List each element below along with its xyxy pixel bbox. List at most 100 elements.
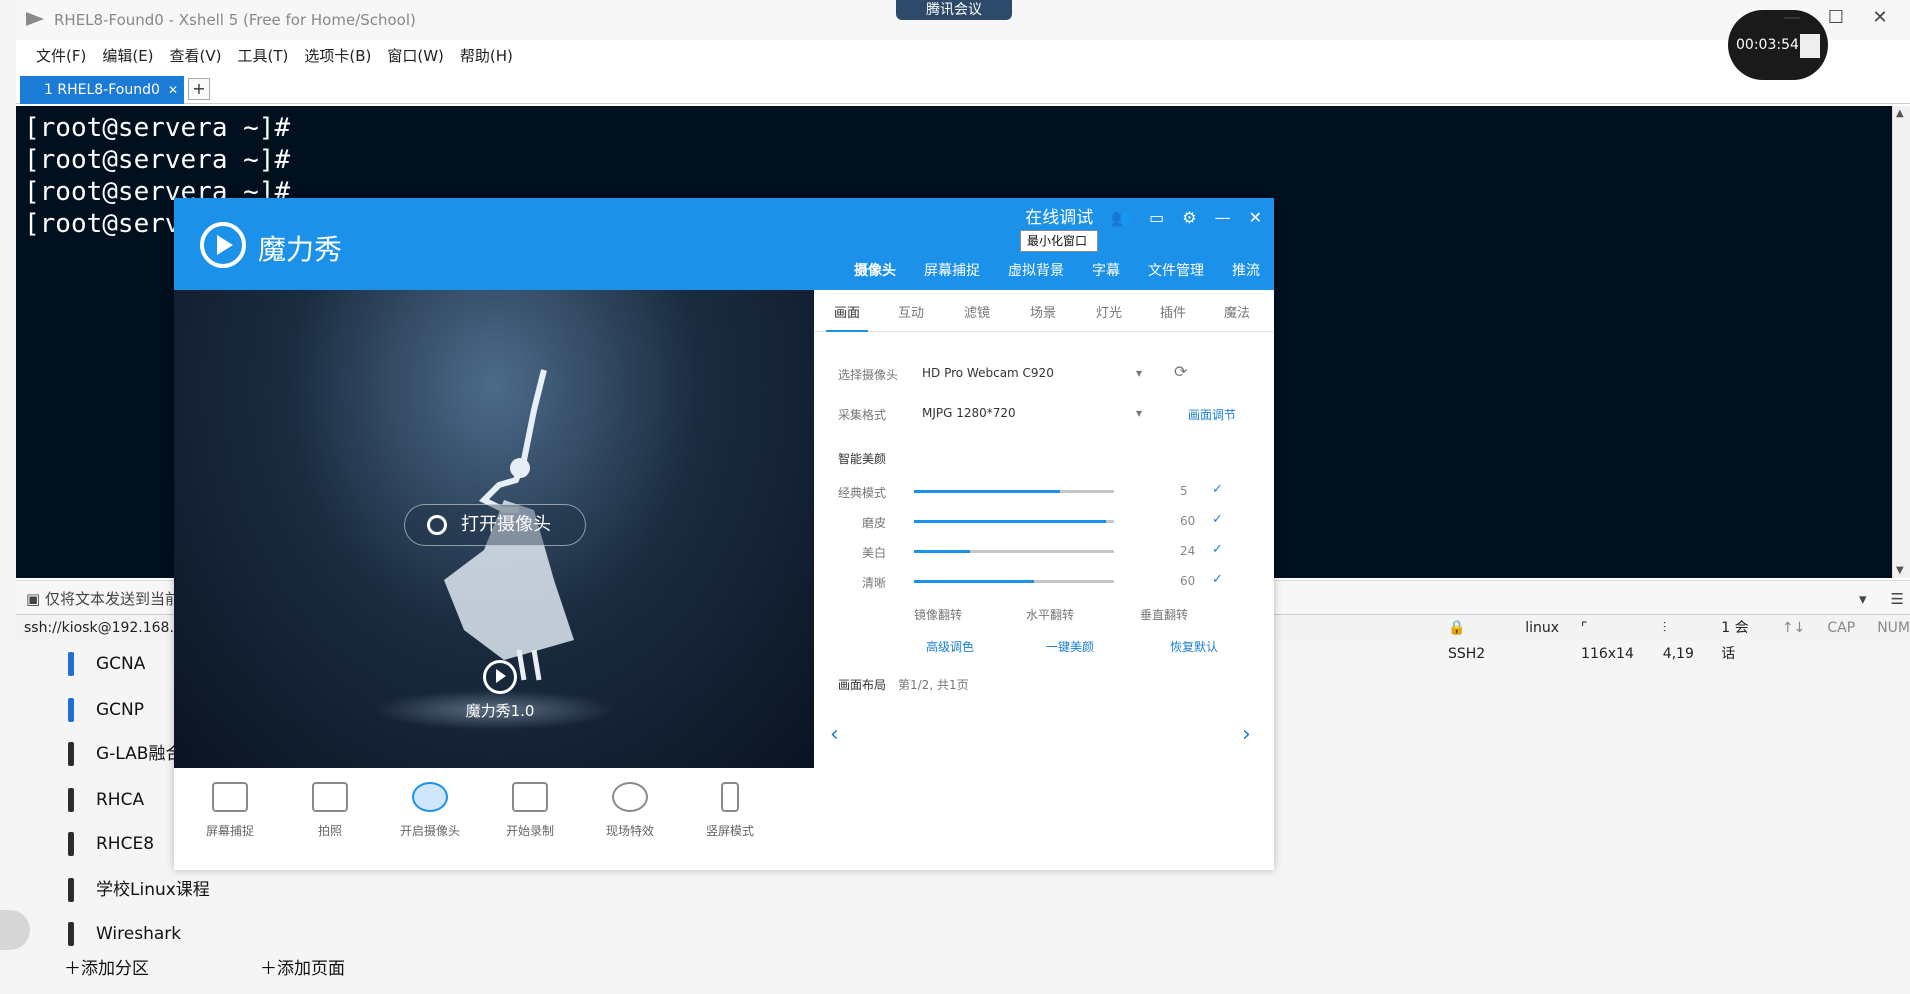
online-debug-button[interactable]: 在线调试	[1025, 204, 1093, 232]
tool-label: 拍照	[317, 824, 342, 838]
molixiu-header: 魔力秀 在线调试 👥 ▭ ⚙ — ✕ 摄像头 屏幕捕捉 虚拟背景 字幕 文件管理…	[174, 198, 1274, 290]
advanced-color-button[interactable]: 高级调色	[926, 638, 974, 655]
section-item[interactable]: 学校Linux课程	[64, 870, 210, 910]
menu-help[interactable]: 帮助(H)	[460, 45, 513, 66]
subtab-magic[interactable]: 魔法	[1224, 302, 1250, 321]
one-key-beauty-button[interactable]: 一键美颜	[1046, 638, 1094, 655]
refresh-icon[interactable]: ⟳	[1174, 362, 1187, 381]
minimize-icon[interactable]: —	[1215, 204, 1231, 232]
add-tab-button[interactable]: +	[188, 78, 210, 100]
compose-dropdown-icon[interactable]: ▾	[1859, 581, 1867, 617]
close-tab-icon[interactable]: ✕	[168, 76, 178, 104]
compose-menu-icon[interactable]: ☰	[1891, 581, 1904, 617]
section-color-bar	[68, 652, 74, 676]
screen-capture-tool[interactable]: 屏幕捕捉	[190, 782, 270, 839]
compose-text: 仅将文本发送到当前	[44, 590, 180, 608]
check-icon[interactable]: ✓	[1212, 512, 1223, 527]
record-tool[interactable]: 开始录制	[490, 782, 570, 839]
nav-subtitles[interactable]: 字幕	[1078, 256, 1134, 286]
section-item[interactable]: G-LAB融合	[64, 734, 182, 774]
section-color-bar	[68, 788, 74, 812]
close-window-icon[interactable]: ✕	[1868, 8, 1892, 28]
active-subtab-indicator	[826, 330, 868, 332]
section-color-bar	[68, 698, 74, 722]
reset-default-button[interactable]: 恢复默认	[1170, 638, 1218, 655]
effects-tool[interactable]: 现场特效	[590, 782, 670, 839]
section-item[interactable]: Wireshark	[64, 914, 181, 954]
beauty-mode-slider[interactable]	[914, 490, 1114, 493]
subtab-scene[interactable]: 场景	[1030, 302, 1056, 321]
nav-streaming[interactable]: 推流	[1218, 256, 1274, 286]
brand-mark: 魔力秀1.0	[460, 660, 540, 721]
open-camera-tool[interactable]: 开启摄像头	[390, 782, 470, 839]
tool-label: 开始录制	[505, 824, 554, 838]
close-icon[interactable]: ✕	[1249, 204, 1262, 232]
section-item[interactable]: GCNA	[64, 644, 145, 684]
scroll-up-icon[interactable]: ▲	[1896, 108, 1904, 119]
subtab-filter[interactable]: 滤镜	[964, 302, 990, 321]
photo-tool[interactable]: 拍照	[290, 782, 370, 839]
status-protocol: 🔒 SSH2	[1448, 620, 1486, 662]
subtab-plugin[interactable]: 插件	[1160, 302, 1186, 321]
menu-file[interactable]: 文件(F)	[36, 45, 86, 66]
users-icon[interactable]: 👥	[1111, 204, 1131, 232]
menu-window[interactable]: 窗口(W)	[387, 45, 444, 66]
format-dropdown-icon[interactable]: ▾	[1136, 406, 1142, 420]
nav-virtual-background[interactable]: 虚拟背景	[994, 256, 1078, 286]
horizontal-flip-button[interactable]: 水平翻转	[1026, 606, 1074, 623]
menu-tabs[interactable]: 选项卡(B)	[304, 45, 371, 66]
prev-page-icon[interactable]: ‹	[830, 722, 839, 747]
subtab-interact[interactable]: 互动	[898, 302, 924, 321]
section-label: G-LAB融合	[96, 744, 183, 764]
add-section-button[interactable]: ＋ 添加分区	[64, 954, 149, 979]
menu-tools[interactable]: 工具(T)	[238, 45, 289, 66]
sharpness-slider[interactable]	[914, 580, 1114, 583]
slider-fill	[914, 520, 1106, 523]
molixiu-title: 魔力秀	[258, 233, 343, 266]
tool-label: 竖屏模式	[705, 824, 754, 838]
portrait-mode-tool[interactable]: 竖屏模式	[690, 782, 770, 839]
minimize-window-icon[interactable]: —	[1780, 8, 1804, 28]
check-icon[interactable]: ✓	[1212, 572, 1223, 587]
check-icon[interactable]: ✓	[1212, 482, 1223, 497]
bottom-toolbar: 屏幕捕捉 拍照 开启摄像头 开始录制 现场特效 竖屏模式	[174, 768, 814, 870]
session-tabbar: 1 RHEL8-Found0 ✕ +	[16, 76, 1910, 104]
section-item[interactable]: RHCA	[64, 780, 144, 820]
vertical-flip-button[interactable]: 垂直翻转	[1140, 606, 1188, 623]
terminal-scrollbar[interactable]: ▲ ▼	[1892, 106, 1910, 578]
open-camera-button[interactable]: 打开摄像头	[404, 504, 586, 546]
sharpness-value: 60	[1180, 574, 1196, 588]
slider-fill	[914, 580, 1034, 583]
subtab-picture[interactable]: 画面	[834, 302, 860, 321]
smoothing-slider[interactable]	[914, 520, 1114, 523]
subtab-light[interactable]: 灯光	[1096, 302, 1122, 321]
format-select[interactable]: MJPG 1280*720	[922, 406, 1016, 420]
beauty-label: 智能美颜	[838, 452, 887, 466]
beauty-mode-label[interactable]: 经典模式	[838, 484, 886, 501]
maximize-window-icon[interactable]: ☐	[1824, 8, 1848, 28]
session-tab[interactable]: 1 RHEL8-Found0 ✕	[20, 76, 184, 104]
nav-camera[interactable]: 摄像头	[840, 256, 910, 286]
next-page-icon[interactable]: ›	[1242, 722, 1251, 747]
nav-screen-capture[interactable]: 屏幕捕捉	[910, 256, 994, 286]
meeting-indicator[interactable]: 腾讯会议	[896, 0, 1012, 20]
chat-bubble-icon[interactable]	[0, 910, 30, 950]
scroll-down-icon[interactable]: ▼	[1896, 565, 1904, 576]
menu-view[interactable]: 查看(V)	[170, 45, 222, 66]
camera-dropdown-icon[interactable]: ▾	[1136, 366, 1142, 380]
mirror-flip-button[interactable]: 镜像翻转	[914, 606, 962, 623]
menu-edit[interactable]: 编辑(E)	[102, 45, 153, 66]
check-icon[interactable]: ✓	[1212, 542, 1223, 557]
section-item[interactable]: GCNP	[64, 690, 144, 730]
section-item[interactable]: RHCE8	[64, 824, 154, 864]
camera-select[interactable]: HD Pro Webcam C920	[922, 366, 1054, 380]
nav-file-manager[interactable]: 文件管理	[1134, 256, 1218, 286]
settings-gear-icon[interactable]: ⚙	[1182, 204, 1196, 232]
picture-adjust-link[interactable]: 画面调节	[1188, 406, 1236, 423]
status-num: NUM	[1877, 620, 1910, 636]
pause-icon[interactable]	[1800, 34, 1820, 58]
sharpness-label: 清晰	[862, 576, 887, 590]
add-page-button[interactable]: ＋ 添加页面	[260, 954, 345, 979]
chat-icon[interactable]: ▭	[1149, 204, 1164, 232]
whitening-slider[interactable]	[914, 550, 1114, 553]
